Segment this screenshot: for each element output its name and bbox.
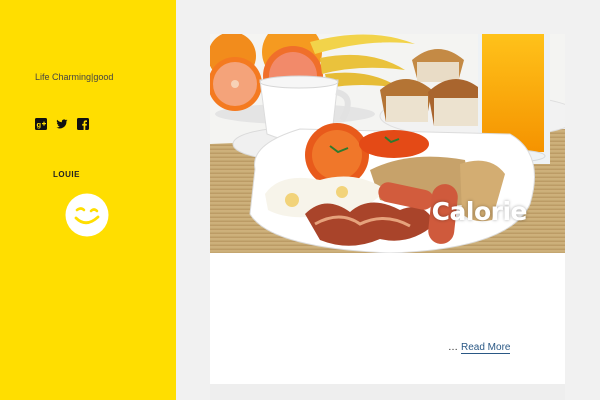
post-title[interactable]: Calorie <box>432 197 528 226</box>
post-card-footer <box>210 384 565 400</box>
post-featured-image[interactable]: Calorie <box>210 34 565 253</box>
site-tagline: Life Charming|good <box>35 72 114 82</box>
svg-text:g: g <box>37 120 42 129</box>
read-more-line: … Read More <box>448 342 511 354</box>
social-links: g <box>35 118 89 130</box>
google-plus-icon[interactable]: g <box>35 118 47 130</box>
avatar[interactable] <box>63 191 111 239</box>
sidebar: Life Charming|good g LOUIE <box>0 0 176 400</box>
author-name: LOUIE <box>53 170 80 179</box>
post-card: Calorie … Read More <box>210 34 565 400</box>
read-more-link[interactable]: Read More <box>461 342 511 354</box>
smiley-face-icon <box>65 193 109 237</box>
excerpt-ellipsis: … <box>448 342 458 353</box>
twitter-icon[interactable] <box>56 118 68 130</box>
facebook-icon[interactable] <box>77 118 89 130</box>
